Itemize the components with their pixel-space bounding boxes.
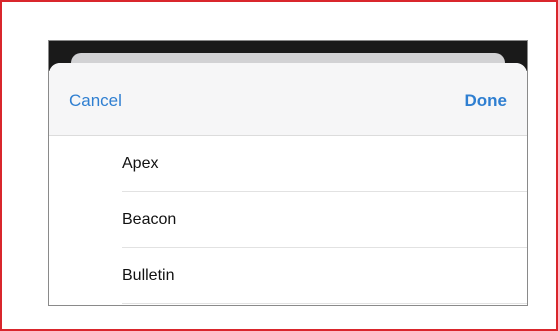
sheet-nav-bar: Cancel Done: [49, 63, 527, 136]
device-screen: Cancel Done Apex Beacon Bulletin: [48, 40, 528, 306]
list-item-bulletin[interactable]: Bulletin: [49, 248, 527, 304]
annotation-frame: Cancel Done Apex Beacon Bulletin: [0, 0, 558, 331]
done-button[interactable]: Done: [465, 91, 508, 111]
list-item-apex[interactable]: Apex: [49, 136, 527, 192]
list-item-label: Beacon: [122, 211, 177, 228]
row-separator: [122, 303, 527, 304]
modal-sheet: Cancel Done Apex Beacon Bulletin: [49, 63, 527, 305]
list-item-label: Bulletin: [122, 267, 175, 284]
list-item-label: Apex: [122, 155, 159, 172]
list-item-beacon[interactable]: Beacon: [49, 192, 527, 248]
cancel-button[interactable]: Cancel: [69, 91, 122, 111]
selection-list: Apex Beacon Bulletin: [49, 136, 527, 304]
